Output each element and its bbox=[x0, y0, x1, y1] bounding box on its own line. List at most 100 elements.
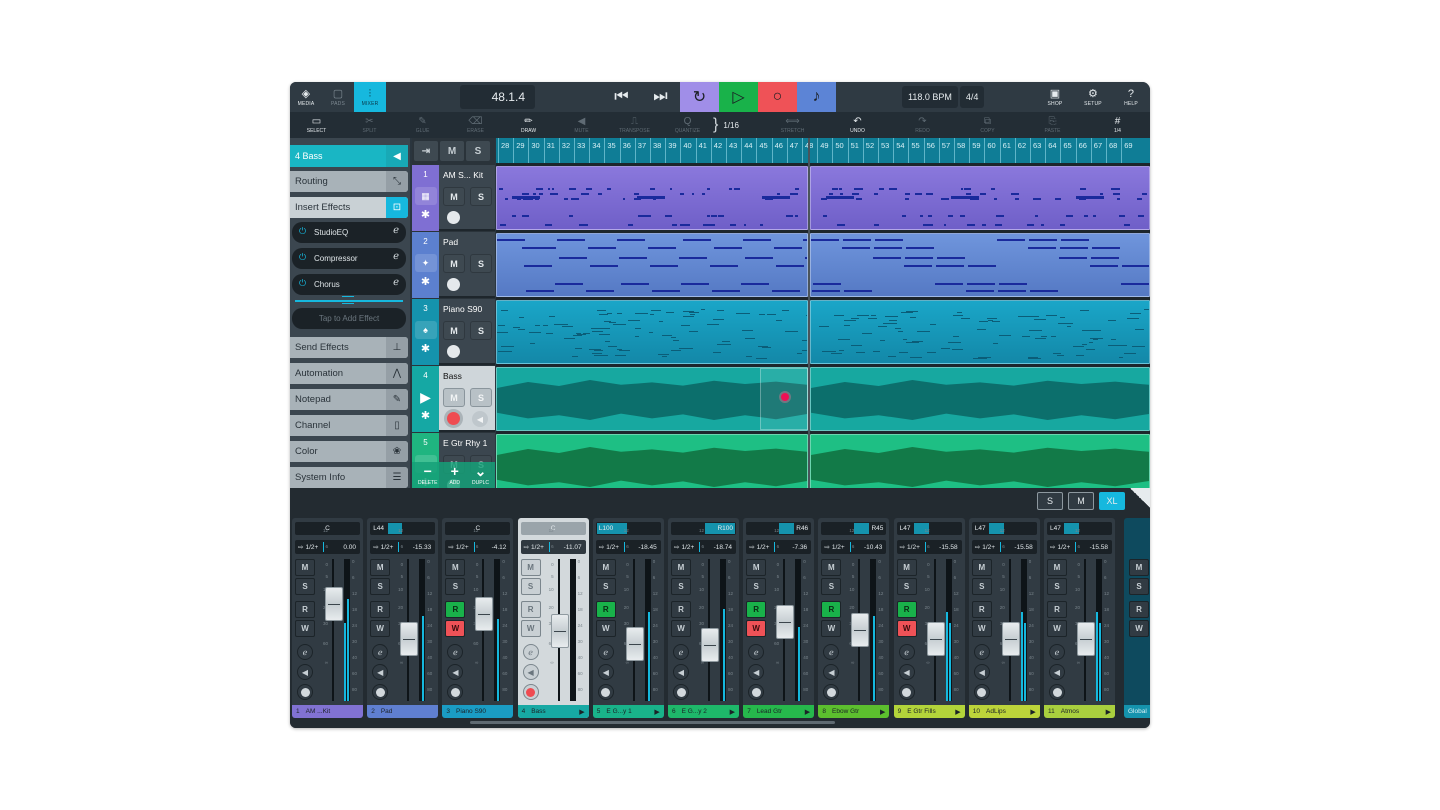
inspector-track-title[interactable]: 4 Bass ◀ bbox=[290, 145, 408, 167]
track-header[interactable]: 4 ▶ ✱ Bass M S ◀ bbox=[412, 366, 495, 432]
channel-label[interactable]: 8 Ebow Gtr ▶ bbox=[818, 705, 890, 718]
solo-button[interactable]: S bbox=[520, 578, 541, 595]
collapse-arrow-icon[interactable]: ◀ bbox=[386, 145, 408, 167]
read-automation-button[interactable]: R bbox=[520, 601, 541, 618]
channel-strip[interactable]: R100⇨1/2+-18.74MSRWℯ◀1260510203060∞06121… bbox=[668, 518, 739, 718]
ruler-bar-label[interactable]: 42 bbox=[710, 138, 722, 163]
inspector-item-channel[interactable]: Channel ▯ bbox=[290, 415, 408, 436]
ruler-bar-label[interactable]: 64 bbox=[1045, 138, 1057, 163]
channel-label[interactable]: 2 Pad bbox=[367, 705, 439, 718]
mute-button[interactable]: M bbox=[896, 559, 917, 576]
edit-effect-icon[interactable]: ℯ bbox=[393, 225, 399, 236]
monitor-icon[interactable]: ◀ bbox=[522, 664, 539, 680]
read-automation-button[interactable]: R bbox=[746, 601, 767, 618]
mute-button[interactable]: M bbox=[520, 559, 541, 576]
ruler-bar-label[interactable]: 56 bbox=[923, 138, 935, 163]
volume-fader[interactable] bbox=[325, 587, 343, 621]
midi-region[interactable] bbox=[810, 233, 1150, 297]
shop-button[interactable]: ▣ SHOP bbox=[1036, 82, 1074, 112]
monitor-icon[interactable]: ◀ bbox=[372, 664, 389, 680]
channel-strip[interactable]: L100⇨1/2+-18.45MSRWℯ◀1260510203060∞06121… bbox=[592, 518, 664, 718]
track-name[interactable]: Piano S90 bbox=[443, 304, 482, 314]
tool-glue-button[interactable]: ✎ GLUE bbox=[396, 112, 449, 138]
edit-effect-icon[interactable]: ℯ bbox=[393, 251, 399, 262]
write-automation-button[interactable]: W bbox=[595, 620, 616, 637]
mute-button[interactable]: M bbox=[443, 254, 465, 273]
read-automation-button[interactable]: R bbox=[445, 601, 466, 618]
audio-region[interactable] bbox=[496, 434, 808, 488]
monitor-icon[interactable]: ◀ bbox=[748, 664, 765, 680]
play-icon[interactable]: ▶ bbox=[805, 708, 810, 716]
insert-effect-slot[interactable]: ⏻ StudioEQ ℯ bbox=[292, 222, 406, 243]
write-automation-button[interactable]: W bbox=[746, 620, 767, 637]
monitor-icon[interactable]: ◀ bbox=[297, 664, 313, 680]
edit-inserts-icon[interactable]: ℯ bbox=[597, 644, 614, 660]
write-automation-button[interactable]: W bbox=[445, 620, 466, 637]
power-icon[interactable]: ⏻ bbox=[299, 278, 306, 289]
edit-inserts-icon[interactable]: ℯ bbox=[372, 644, 389, 660]
solo-button[interactable]: S bbox=[971, 578, 992, 595]
record-arm-icon[interactable] bbox=[748, 684, 765, 700]
read-automation-button[interactable]: R bbox=[821, 601, 842, 618]
play-icon[interactable]: ▶ bbox=[955, 708, 960, 716]
monitor-icon[interactable]: ◀ bbox=[1049, 664, 1065, 680]
record-arm-icon[interactable] bbox=[973, 684, 990, 700]
solo-button[interactable]: S bbox=[295, 578, 315, 595]
ruler-bar-label[interactable]: 33 bbox=[574, 138, 585, 163]
volume-fader[interactable] bbox=[851, 612, 870, 647]
inspector-item-insert-effects[interactable]: Insert Effects ⊡ bbox=[290, 197, 408, 218]
freeze-icon[interactable]: ✱ bbox=[421, 342, 430, 355]
mute-button[interactable]: M bbox=[1129, 559, 1149, 576]
write-automation-button[interactable]: W bbox=[370, 620, 391, 637]
power-icon[interactable]: ⏻ bbox=[299, 252, 306, 263]
record-button[interactable]: ○ bbox=[758, 82, 797, 112]
solo-button[interactable]: S bbox=[1047, 578, 1067, 595]
track-lane[interactable] bbox=[496, 299, 1150, 365]
inspector-item-automation[interactable]: Automation ⋀ bbox=[290, 363, 408, 384]
add-track-button[interactable]: + ADD bbox=[449, 462, 460, 488]
ruler-bar-label[interactable]: 65 bbox=[1060, 138, 1072, 163]
solo-button[interactable]: S bbox=[470, 321, 492, 340]
midi-region[interactable] bbox=[496, 300, 808, 364]
ruler-bar-label[interactable]: 50 bbox=[832, 138, 844, 163]
tool-split-button[interactable]: ✂ SPLIT bbox=[343, 112, 396, 138]
instrument-icon[interactable]: ▦ bbox=[414, 187, 437, 205]
record-arm-icon[interactable] bbox=[522, 684, 539, 700]
ruler-bar-label[interactable]: 28 bbox=[498, 138, 509, 163]
inspector-item-system-info[interactable]: System Info ☰ bbox=[290, 467, 408, 488]
mute-button[interactable]: M bbox=[443, 321, 465, 340]
volume-fader[interactable] bbox=[1077, 622, 1095, 657]
channel-label[interactable]: 1 AM ...Kit bbox=[292, 705, 363, 718]
mute-button[interactable]: M bbox=[295, 559, 315, 576]
solo-button[interactable]: S bbox=[370, 578, 391, 595]
inspector-item-notepad[interactable]: Notepad ✎ bbox=[290, 389, 408, 410]
volume-fader[interactable] bbox=[475, 596, 494, 631]
tool-redo-button[interactable]: ↷ REDO bbox=[890, 112, 955, 138]
arrangement-view[interactable]: 28 29 30 31 32 33 34 35 36 37 38 39 40 41 42 43 44 45 46 47… bbox=[496, 138, 1150, 488]
ruler-bar-label[interactable]: 36 bbox=[619, 138, 631, 163]
mute-button[interactable]: M bbox=[971, 559, 992, 576]
timeline-ruler[interactable]: 28 29 30 31 32 33 34 35 36 37 38 39 40 41 42 43 44 45 46 47… bbox=[496, 138, 1150, 163]
help-button[interactable]: ? HELP bbox=[1112, 82, 1150, 112]
ruler-bar-label[interactable]: 34 bbox=[589, 138, 601, 163]
mute-button[interactable]: M bbox=[443, 388, 465, 407]
position-display[interactable]: 48.1.4 bbox=[460, 85, 535, 109]
inspector-item-send-effects[interactable]: Send Effects ⊥ bbox=[290, 337, 408, 358]
channel-strip[interactable]: C⇨1/2+-11.07MSRWℯ◀1260510203060∞06121824… bbox=[517, 518, 589, 718]
ruler-bar-label[interactable]: 46 bbox=[771, 138, 783, 163]
play-icon[interactable]: ▶ bbox=[880, 708, 885, 716]
write-button[interactable]: W bbox=[1129, 620, 1149, 637]
record-arm-icon[interactable] bbox=[898, 684, 915, 700]
solo-button[interactable]: S bbox=[470, 187, 492, 206]
ruler-bar-label[interactable]: 63 bbox=[1030, 138, 1041, 163]
channel-strip[interactable]: L44⇨1/2+-15.33MSRWℯ◀1260510203060∞061218… bbox=[367, 518, 439, 718]
mixer-size-xl-button[interactable]: XL bbox=[1099, 492, 1125, 510]
volume-fader[interactable] bbox=[926, 622, 945, 657]
midi-region[interactable] bbox=[810, 300, 1150, 364]
track-name[interactable]: Bass bbox=[443, 371, 462, 381]
edit-inserts-icon[interactable]: ℯ bbox=[898, 644, 915, 660]
mixer-scrollbar[interactable] bbox=[470, 721, 835, 724]
audio-region[interactable] bbox=[810, 367, 1150, 431]
ruler-bar-label[interactable]: 32 bbox=[558, 138, 570, 163]
loop-button[interactable]: ↻ bbox=[680, 82, 719, 112]
